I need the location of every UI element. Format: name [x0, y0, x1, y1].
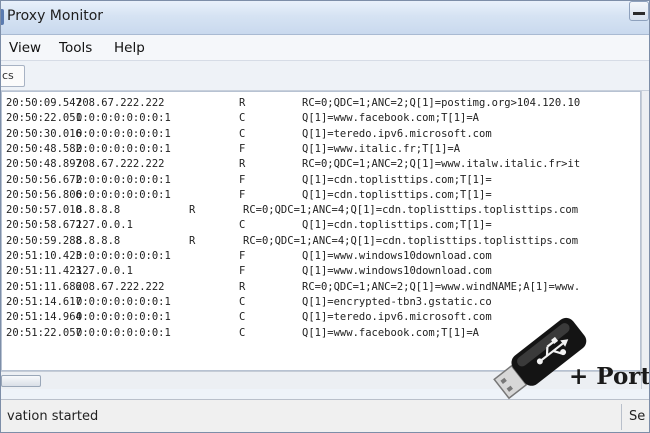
log-query: Q[1]=www.italic.fr;T[1]=A: [302, 142, 461, 155]
log-query: RC=0;QDC=1;ANC=2;Q[1]=postimg.org>104.12…: [302, 97, 581, 109]
log-source: 127.0.0.1: [76, 219, 133, 232]
log-source: 208.67.222.222: [76, 97, 165, 109]
log-time: 20:51:14.964: [6, 311, 82, 324]
log-time: 20:51:11.423: [6, 265, 82, 278]
proxy-monitor-window: Proxy Monitor View Tools Help cs 20:50:0…: [0, 0, 650, 433]
log-type: F: [239, 173, 246, 186]
log-source: 0:0:0:0:0:0:0:1: [76, 188, 171, 201]
log-type: C: [239, 311, 246, 324]
log-source: 127.0.0.1: [76, 265, 133, 278]
log-time: 20:50:09.547: [6, 97, 82, 109]
log-query: RC=0;QDC=1;ANC=4;Q[1]=cdn.toplisttips.to…: [243, 204, 579, 217]
log-type: F: [239, 265, 246, 278]
log-type: C: [239, 127, 246, 140]
log-time: 20:50:48.582: [6, 142, 82, 155]
log-source: 0:0:0:0:0:0:0:1: [76, 295, 171, 308]
log-type: R: [239, 97, 246, 109]
log-type: R: [239, 158, 246, 171]
log-source: 0:0:0:0:0:0:0:1: [76, 250, 171, 262]
log-type: C: [239, 112, 246, 125]
window-title: Proxy Monitor: [7, 8, 104, 24]
log-query: Q[1]=encrypted-tbn3.gstatic.co: [302, 295, 492, 308]
log-type: R: [189, 204, 196, 217]
log-source: 0:0:0:0:0:0:0:1: [76, 311, 171, 324]
menu-tools[interactable]: Tools: [59, 40, 92, 56]
log-type: C: [239, 326, 246, 339]
log-time: 20:51:11.686: [6, 280, 82, 293]
log-query: Q[1]=www.facebook.com;T[1]=A: [302, 112, 480, 125]
log-query: RC=0;QDC=1;ANC=2;Q[1]=www.windNAME;A[1]=…: [302, 280, 581, 293]
log-time: 20:50:59.288: [6, 234, 82, 247]
app-icon: [1, 9, 4, 25]
log-query: RC=0;QDC=1;ANC=4;Q[1]=cdn.toplisttips.to…: [243, 234, 579, 247]
log-query: Q[1]=cdn.toplisttips.com;T[1]=: [302, 173, 492, 186]
toolbar-tab[interactable]: cs: [1, 65, 25, 87]
log-type: F: [239, 142, 246, 155]
log-time: 20:50:56.672: [6, 173, 82, 186]
log-query: Q[1]=www.windows10download.com: [302, 265, 492, 278]
log-query: RC=0;QDC=1;ANC=2;Q[1]=www.italw.italic.f…: [302, 158, 581, 171]
status-text: vation started: [7, 409, 99, 424]
log-time: 20:50:22.051: [6, 112, 82, 125]
portable-overlay: + Port: [481, 316, 650, 401]
log-time: 20:50:48.897: [6, 158, 82, 171]
log-time: 20:50:57.010: [6, 204, 82, 217]
log-time: 20:51:14.617: [6, 295, 82, 308]
log-source: 0:0:0:0:0:0:0:1: [76, 326, 171, 339]
log-query: Q[1]=cdn.toplisttips.com;T[1]=: [302, 188, 492, 201]
log-time: 20:50:30.016: [6, 127, 82, 140]
menu-help[interactable]: Help: [114, 40, 145, 56]
scrollbar-thumb[interactable]: [1, 375, 41, 387]
minimize-button[interactable]: [629, 1, 649, 21]
log-type: C: [239, 295, 246, 308]
log-type: C: [239, 219, 246, 232]
log-source: 8.8.8.8: [76, 204, 121, 217]
log-type: F: [239, 250, 246, 262]
log-source: 0:0:0:0:0:0:0:1: [76, 142, 171, 155]
status-divider: [621, 404, 622, 430]
log-source: 8.8.8.8: [76, 234, 121, 247]
log-type: R: [189, 234, 196, 247]
log-source: 208.67.222.222: [76, 158, 165, 171]
log-time: 20:50:56.806: [6, 188, 82, 201]
log-query: Q[1]=www.windows10download.com: [302, 250, 492, 262]
log-type: R: [239, 280, 246, 293]
log-time: 20:50:58.672: [6, 219, 82, 232]
portable-label: + Port: [569, 363, 650, 390]
log-source: 0:0:0:0:0:0:0:1: [76, 173, 171, 186]
title-bar[interactable]: Proxy Monitor: [1, 1, 649, 35]
menu-bar: View Tools Help: [1, 35, 649, 61]
log-query: Q[1]=www.facebook.com;T[1]=A: [302, 326, 480, 339]
log-type: F: [239, 188, 246, 201]
log-query: Q[1]=teredo.ipv6.microsoft.com: [302, 127, 492, 140]
log-source: 208.67.222.222: [76, 280, 165, 293]
log-source: 0:0:0:0:0:0:0:1: [76, 127, 171, 140]
log-query: Q[1]=teredo.ipv6.microsoft.com: [302, 311, 492, 324]
status-right-text: Se: [629, 409, 646, 424]
log-time: 20:51:22.057: [6, 326, 82, 339]
log-time: 20:51:10.423: [6, 250, 82, 262]
log-source: 0:0:0:0:0:0:0:1: [76, 112, 171, 125]
minimize-icon: [633, 12, 645, 15]
status-bar: vation started Se: [1, 399, 649, 432]
toolbar: cs: [1, 61, 649, 91]
log-query: Q[1]=cdn.toplisttips.com;T[1]=: [302, 219, 492, 232]
menu-view[interactable]: View: [9, 40, 41, 56]
